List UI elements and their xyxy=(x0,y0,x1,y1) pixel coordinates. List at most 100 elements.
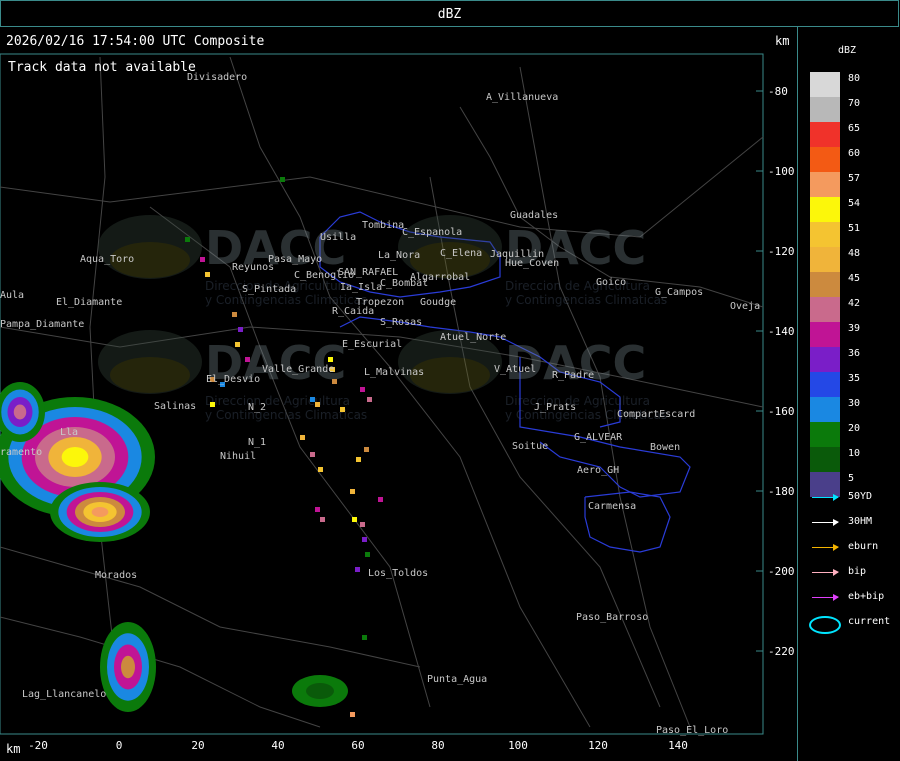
echo-pixel xyxy=(378,497,383,502)
km-unit-bottom: km xyxy=(6,742,21,756)
panel-divider xyxy=(797,27,798,761)
place-label: Carmensa xyxy=(588,501,636,512)
legend-label: 39 xyxy=(848,323,861,334)
track-legend-label: bip xyxy=(848,566,867,577)
echo-pixel xyxy=(350,489,355,494)
place-label: Usilla xyxy=(320,232,356,243)
place-label: C_Bombal xyxy=(380,278,428,289)
legend-label: 45 xyxy=(848,273,861,284)
y-tick-label: -120 xyxy=(768,245,795,258)
place-label: Soitue xyxy=(512,441,548,452)
legend-title: dBZ xyxy=(838,45,857,56)
place-label: G_Campos xyxy=(655,287,703,298)
place-label: Divisadero xyxy=(187,72,247,83)
echo-pixel xyxy=(200,257,205,262)
echo-pixel xyxy=(364,447,369,452)
legend-swatch xyxy=(810,147,840,172)
legend-label: 48 xyxy=(848,248,861,259)
legend-label: 65 xyxy=(848,123,861,134)
x-tick-label: 20 xyxy=(191,739,204,752)
place-label: A_Villanueva xyxy=(486,92,558,103)
x-tick-label: -20 xyxy=(28,739,48,752)
place-label: Oveja xyxy=(730,301,760,312)
place-label: C_Benoglio xyxy=(294,270,354,281)
legend-label: 80 xyxy=(848,73,861,84)
place-label: CompartEscard xyxy=(617,409,695,420)
echo-pixel xyxy=(235,342,240,347)
y-tick-label: -100 xyxy=(768,165,795,178)
echo-pixel xyxy=(360,522,365,527)
legend-label: 54 xyxy=(848,198,861,209)
place-label: Nihuil xyxy=(220,451,256,462)
echo-pixel xyxy=(360,387,365,392)
legend-label: 36 xyxy=(848,348,861,359)
place-label: C_Elena xyxy=(440,248,482,259)
y-tick-label: -80 xyxy=(768,85,788,98)
echo-pixel xyxy=(332,379,337,384)
place-label: Morados xyxy=(95,570,137,581)
legend-swatch xyxy=(810,272,840,297)
place-label: R_Caida xyxy=(332,306,374,317)
place-label: C_Espanola xyxy=(402,227,462,238)
echo-pixel xyxy=(328,357,333,362)
legend-label: 35 xyxy=(848,373,861,384)
place-label: Salinas xyxy=(154,401,196,412)
radar-map[interactable]: DACCDireccion de Agriculturay Contingenc… xyxy=(0,27,797,761)
place-label: Paso_El_Loro xyxy=(656,725,728,736)
place-label: Guadales xyxy=(510,210,558,221)
track-legend-label: eburn xyxy=(848,541,879,552)
echo-pixel xyxy=(245,357,250,362)
echo-pixel xyxy=(320,517,325,522)
echo-pixel xyxy=(362,537,367,542)
place-label: N_2 xyxy=(248,402,266,413)
x-tick-label: 0 xyxy=(116,739,123,752)
legend-swatch xyxy=(810,247,840,272)
echo-cell xyxy=(61,447,89,467)
echo-cell xyxy=(91,507,109,517)
echo-pixel xyxy=(310,452,315,457)
place-label: Lla xyxy=(60,427,78,438)
legend-swatch xyxy=(810,397,840,422)
title-bar: dBZ xyxy=(0,0,899,27)
place-label: S_Pintada xyxy=(242,284,296,295)
legend-swatch xyxy=(810,72,840,97)
track-arrowhead-icon xyxy=(833,569,839,576)
place-label: G_ALVEAR xyxy=(574,432,623,443)
legend-swatch xyxy=(810,172,840,197)
place-label: Pampa_Diamante xyxy=(0,319,84,330)
y-tick-label: -160 xyxy=(768,405,795,418)
current-marker-icon xyxy=(809,616,841,634)
legend-label: 10 xyxy=(848,448,861,459)
legend-swatch xyxy=(810,322,840,347)
y-tick-label: -140 xyxy=(768,325,795,338)
product-title: dBZ xyxy=(437,7,462,22)
place-label: V_Atuel xyxy=(494,364,536,375)
watermark-brand: DACC xyxy=(205,221,346,275)
place-label: Punta_Agua xyxy=(427,674,487,685)
track-arrowhead-icon xyxy=(833,594,839,601)
dacc-watermark: DACCDireccion de Agriculturay Contingenc… xyxy=(98,215,367,307)
y-tick-label: -220 xyxy=(768,645,795,658)
place-label: L_Malvinas xyxy=(364,367,424,378)
place-label: Ia_Isla xyxy=(340,282,382,293)
legend-swatch xyxy=(810,422,840,447)
echo-pixel xyxy=(315,507,320,512)
echo-pixel xyxy=(210,402,215,407)
watermark-brand: DACC xyxy=(505,336,646,390)
place-label: Aqua_Toro xyxy=(80,254,134,265)
legend-label: 42 xyxy=(848,298,861,309)
place-label: Lag_Llancanelo xyxy=(22,689,106,700)
place-label: Valle_Grande xyxy=(262,364,334,375)
echo-cell xyxy=(306,683,334,699)
legend-label: 70 xyxy=(848,98,861,109)
place-label: Goico xyxy=(596,277,626,288)
track-legend-label: eb+bip xyxy=(848,591,885,602)
track-arrowhead-icon xyxy=(833,494,839,501)
echo-pixel xyxy=(350,712,355,717)
legend-label: 60 xyxy=(848,148,861,159)
legend-label: 20 xyxy=(848,423,861,434)
watermark-line1: Direccion de Agricultura xyxy=(205,394,350,408)
place-label: Paso_Barroso xyxy=(576,612,648,623)
place-label: Bowen xyxy=(650,442,680,453)
timestamp: 2026/02/16 17:54:00 UTC Composite xyxy=(6,34,265,49)
